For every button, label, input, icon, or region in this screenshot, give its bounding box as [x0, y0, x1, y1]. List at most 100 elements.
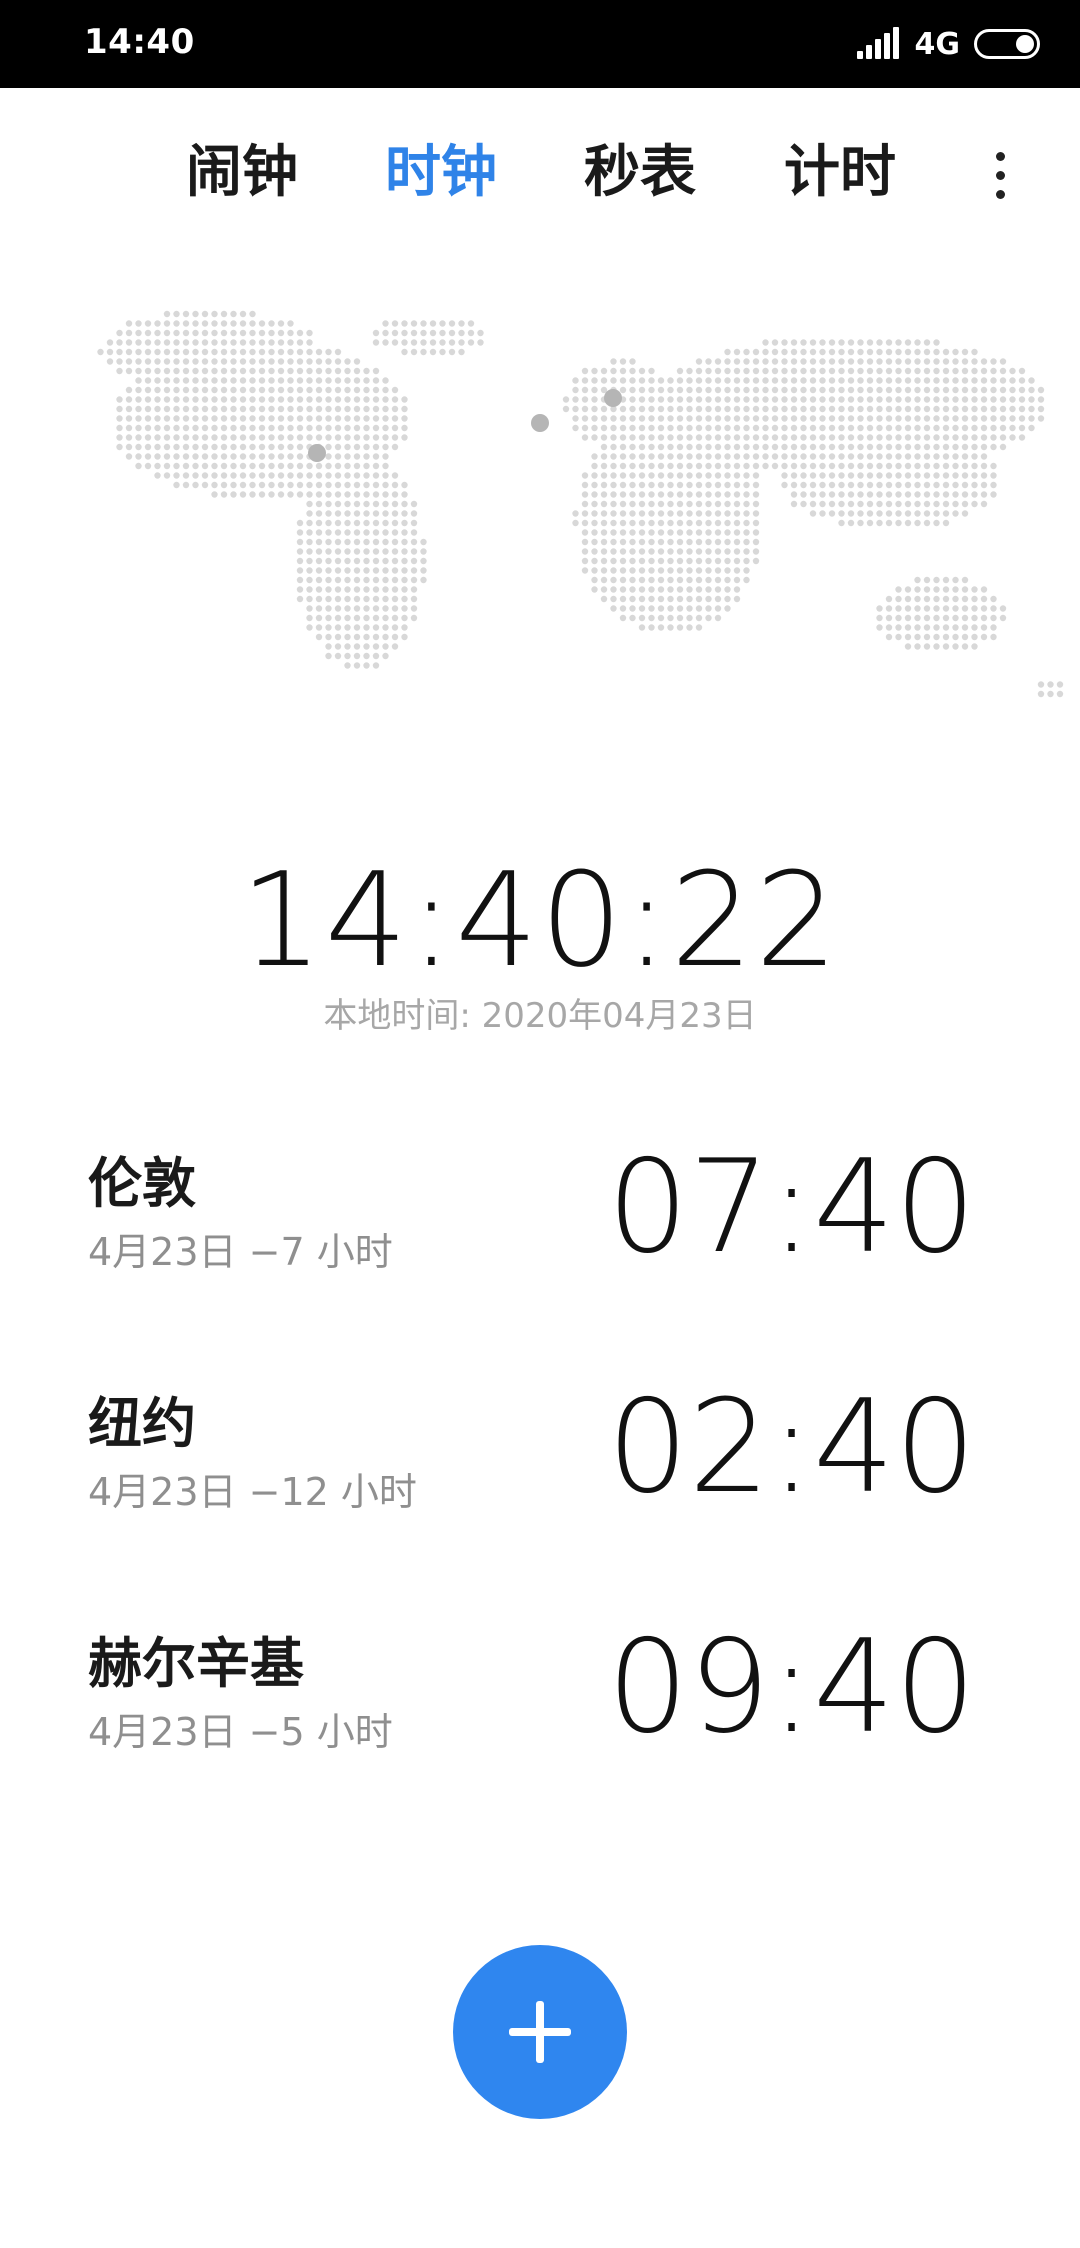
map-dot [258, 348, 266, 356]
map-dot [401, 481, 408, 489]
map-dot [695, 519, 703, 527]
map-dot [610, 548, 617, 555]
map-dot [933, 510, 940, 517]
battery-icon [974, 29, 1040, 59]
map-dot [325, 405, 332, 413]
map-dot [961, 643, 969, 650]
map-dot [999, 614, 1007, 622]
map-dot [705, 614, 712, 622]
map-dot [933, 377, 940, 384]
map-dot [562, 396, 570, 403]
map-dot [762, 377, 769, 384]
map-dot [106, 358, 114, 365]
map-dot [857, 453, 864, 460]
tab-timer[interactable]: 计时 [784, 138, 896, 208]
map-dot [287, 434, 294, 441]
map-dot [952, 586, 959, 593]
map-dot [230, 339, 237, 346]
map-dot [705, 472, 712, 479]
map-dot [581, 567, 589, 574]
map-dot [258, 424, 266, 432]
map-dot [230, 453, 237, 460]
map-dot [591, 500, 598, 508]
map-dot [163, 443, 171, 451]
tab-alarm[interactable]: 闹钟 [186, 138, 298, 208]
map-dot [239, 329, 247, 337]
map-dot [657, 453, 665, 460]
tab-stopwatch[interactable]: 秒表 [584, 138, 696, 208]
map-dot [315, 367, 323, 375]
map-dot [154, 358, 161, 365]
map-dot [648, 576, 655, 584]
map-dot [268, 434, 275, 441]
map-dot [714, 424, 722, 432]
map-dot [315, 472, 323, 479]
map-dot [800, 481, 807, 489]
map-dot [885, 624, 893, 631]
map-dot [382, 453, 389, 460]
map-dot [353, 529, 361, 536]
map-dot [315, 434, 323, 441]
map-dot [116, 415, 123, 422]
map-dot [353, 614, 361, 622]
map-dot [410, 538, 418, 546]
map-dot [743, 424, 750, 432]
map-dot [781, 415, 788, 422]
map-dot [306, 519, 313, 527]
map-dot [600, 510, 608, 517]
map-dot [325, 377, 332, 384]
map-dot [401, 557, 408, 565]
map-dot [648, 538, 655, 546]
map-dot [667, 481, 674, 489]
map-dot [182, 415, 190, 422]
map-dot [315, 548, 323, 555]
map-dot [714, 538, 722, 546]
map-dot [676, 434, 684, 441]
add-city-button[interactable] [453, 1945, 627, 2119]
map-dot [781, 472, 788, 479]
map-dot [201, 348, 209, 356]
map-dot [942, 443, 950, 451]
map-dot [1028, 386, 1035, 394]
map-dot [220, 386, 228, 394]
map-dot [163, 462, 171, 470]
map-dot [714, 453, 722, 460]
map-dot [600, 529, 608, 536]
map-dot [1028, 377, 1035, 384]
map-dot [923, 396, 931, 403]
map-dot [325, 396, 332, 403]
map-dot [999, 443, 1007, 451]
map-dot [325, 624, 332, 631]
map-dot [676, 443, 684, 451]
map-dot [572, 377, 579, 384]
map-dot [885, 339, 893, 346]
map-dot [420, 567, 427, 574]
map-dot [895, 396, 902, 403]
map-dot [942, 405, 950, 413]
map-dot [876, 377, 883, 384]
map-dot [410, 510, 418, 517]
map-dot [714, 519, 722, 527]
city-row-newyork[interactable]: 纽约 4月23日 −12 小时 02:40 [0, 1378, 1080, 1592]
more-options-icon[interactable] [980, 140, 1020, 210]
map-dot [686, 500, 693, 508]
tab-clock[interactable]: 时钟 [385, 138, 497, 208]
map-dot [211, 434, 218, 441]
map-dot [325, 443, 332, 451]
map-dot [980, 605, 988, 612]
city-row-helsinki[interactable]: 赫尔辛基 4月23日 −5 小时 09:40 [0, 1618, 1080, 1832]
map-dot [743, 434, 750, 441]
map-dot [857, 348, 864, 356]
map-dot [230, 434, 237, 441]
map-dot [182, 320, 190, 327]
map-dot [135, 367, 142, 375]
map-dot [391, 472, 399, 479]
map-dot [923, 424, 931, 432]
map-dot [876, 415, 883, 422]
map-dot [296, 329, 304, 337]
city-row-london[interactable]: 伦敦 4月23日 −7 小时 07:40 [0, 1138, 1080, 1352]
map-dot [914, 624, 921, 631]
map-dot [952, 386, 959, 394]
map-dot [334, 595, 342, 603]
map-dot [743, 415, 750, 422]
